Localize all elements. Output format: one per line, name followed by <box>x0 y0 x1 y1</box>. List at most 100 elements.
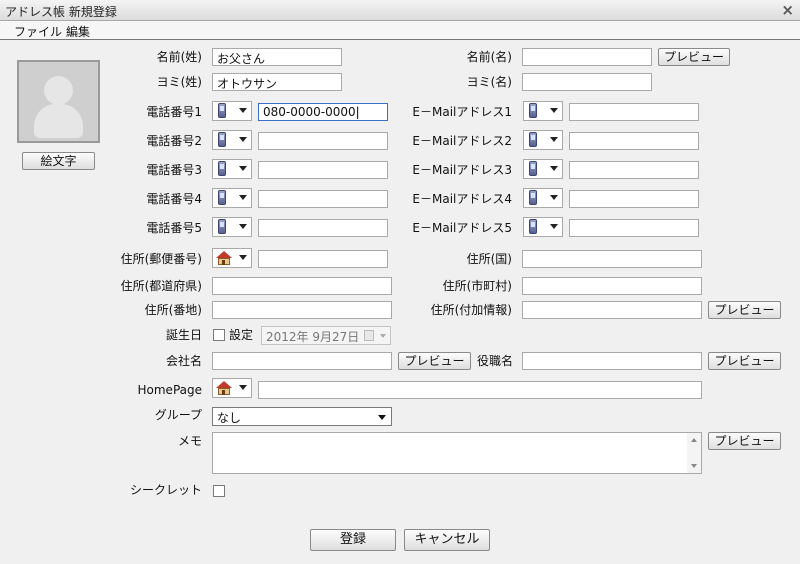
city-input[interactable] <box>522 277 702 295</box>
phone-4-input[interactable] <box>258 190 388 208</box>
homepage-input[interactable] <box>258 381 702 399</box>
group-select[interactable]: なし <box>212 407 392 426</box>
phone-2-input[interactable] <box>258 132 388 150</box>
avatar-head-icon <box>44 76 73 105</box>
name-mei-label: 名前(名) <box>466 50 512 64</box>
chevron-down-icon <box>239 137 247 142</box>
yomi-sei-input[interactable]: オトウサン <box>212 73 342 91</box>
postal-input[interactable] <box>258 250 388 268</box>
cancel-button[interactable]: キャンセル <box>404 529 490 551</box>
menu-edit[interactable]: 編集 <box>66 23 90 40</box>
country-label: 住所(国) <box>466 252 512 266</box>
street-input[interactable] <box>212 301 392 319</box>
postal-label: 住所(郵便番号) <box>120 252 202 266</box>
memo-preview-button[interactable]: プレビュー <box>708 432 781 450</box>
name-sei-label: 名前(姓) <box>156 50 202 64</box>
memo-label: メモ <box>177 434 202 448</box>
house-icon <box>216 381 233 395</box>
street-label: 住所(番地) <box>144 303 202 317</box>
chevron-down-icon <box>239 255 247 260</box>
email-4-label: E－Mailアドレス4 <box>412 192 512 206</box>
email-2-type-dropdown[interactable] <box>523 130 563 150</box>
email-3-input[interactable] <box>569 161 699 179</box>
email-1-input[interactable] <box>569 103 699 121</box>
close-icon[interactable]: × <box>781 1 794 19</box>
chevron-down-icon <box>380 334 386 338</box>
company-preview-button[interactable]: プレビュー <box>398 352 471 370</box>
memo-textarea[interactable] <box>212 432 702 474</box>
birthday-label: 誕生日 <box>165 328 202 342</box>
mobile-phone-icon <box>218 132 226 147</box>
mobile-phone-icon <box>529 103 537 118</box>
chevron-down-icon <box>378 415 386 420</box>
extra-address-input[interactable] <box>522 301 702 319</box>
city-label: 住所(市町村) <box>442 279 512 293</box>
chevron-down-icon <box>239 385 247 390</box>
email-5-type-dropdown[interactable] <box>523 217 563 237</box>
birthday-set-checkbox[interactable] <box>213 329 225 341</box>
phone-5-type-dropdown[interactable] <box>212 217 252 237</box>
position-label: 役職名 <box>476 354 513 368</box>
phone-2-label: 電話番号2 <box>146 134 202 148</box>
company-label: 会社名 <box>165 354 202 368</box>
phone-4-label: 電話番号4 <box>146 192 202 206</box>
avatar-body-icon <box>34 104 83 138</box>
postal-type-dropdown[interactable] <box>212 248 252 268</box>
yomi-mei-label: ヨミ(名) <box>466 75 512 89</box>
chevron-down-icon <box>239 108 247 113</box>
email-2-label: E－Mailアドレス2 <box>412 134 512 148</box>
emoji-button[interactable]: 絵文字 <box>22 152 95 170</box>
mobile-phone-icon <box>529 132 537 147</box>
name-sei-input[interactable]: お父さん <box>212 48 342 66</box>
house-icon <box>216 251 233 265</box>
extra-address-label: 住所(付加情報) <box>430 303 512 317</box>
phone-3-input[interactable] <box>258 161 388 179</box>
menu-file[interactable]: ファイル <box>14 23 62 40</box>
yomi-mei-input[interactable] <box>522 73 652 91</box>
phone-3-label: 電話番号3 <box>146 163 202 177</box>
phone-1-input[interactable]: 080-0000-0000 <box>258 103 388 121</box>
prefecture-label: 住所(都道府県) <box>120 279 202 293</box>
email-5-input[interactable] <box>569 219 699 237</box>
phone-5-input[interactable] <box>258 219 388 237</box>
address-preview-button[interactable]: プレビュー <box>708 301 781 319</box>
chevron-down-icon <box>550 166 558 171</box>
email-2-input[interactable] <box>569 132 699 150</box>
phone-3-type-dropdown[interactable] <box>212 159 252 179</box>
scroll-up-icon[interactable] <box>691 438 697 442</box>
register-button[interactable]: 登録 <box>310 529 396 551</box>
email-4-type-dropdown[interactable] <box>523 188 563 208</box>
chevron-down-icon <box>550 108 558 113</box>
birthday-date-picker[interactable]: 2012年 9月27日 <box>261 326 391 345</box>
phone-5-label: 電話番号5 <box>146 221 202 235</box>
group-label: グループ <box>154 408 202 422</box>
memo-scrollbar[interactable] <box>687 433 701 473</box>
mobile-phone-icon <box>218 219 226 234</box>
chevron-down-icon <box>239 166 247 171</box>
position-preview-button[interactable]: プレビュー <box>708 352 781 370</box>
mobile-phone-icon <box>529 219 537 234</box>
phone-1-type-dropdown[interactable] <box>212 101 252 121</box>
name-preview-button[interactable]: プレビュー <box>658 48 730 66</box>
avatar[interactable] <box>17 60 100 143</box>
secret-label: シークレット <box>129 483 202 497</box>
phone-4-type-dropdown[interactable] <box>212 188 252 208</box>
email-1-type-dropdown[interactable] <box>523 101 563 121</box>
company-input[interactable] <box>212 352 392 370</box>
email-5-label: E－Mailアドレス5 <box>412 221 512 235</box>
secret-checkbox[interactable] <box>213 485 225 497</box>
email-3-type-dropdown[interactable] <box>523 159 563 179</box>
email-4-input[interactable] <box>569 190 699 208</box>
position-input[interactable] <box>522 352 702 370</box>
name-mei-input[interactable] <box>522 48 652 66</box>
chevron-down-icon <box>550 224 558 229</box>
email-1-label: E－Mailアドレス1 <box>412 105 512 119</box>
scroll-down-icon[interactable] <box>691 464 697 468</box>
mobile-phone-icon <box>218 161 226 176</box>
prefecture-input[interactable] <box>212 277 392 295</box>
phone-1-label: 電話番号1 <box>146 105 202 119</box>
phone-2-type-dropdown[interactable] <box>212 130 252 150</box>
homepage-type-dropdown[interactable] <box>212 378 252 398</box>
yomi-sei-label: ヨミ(姓) <box>156 75 202 89</box>
country-input[interactable] <box>522 250 702 268</box>
